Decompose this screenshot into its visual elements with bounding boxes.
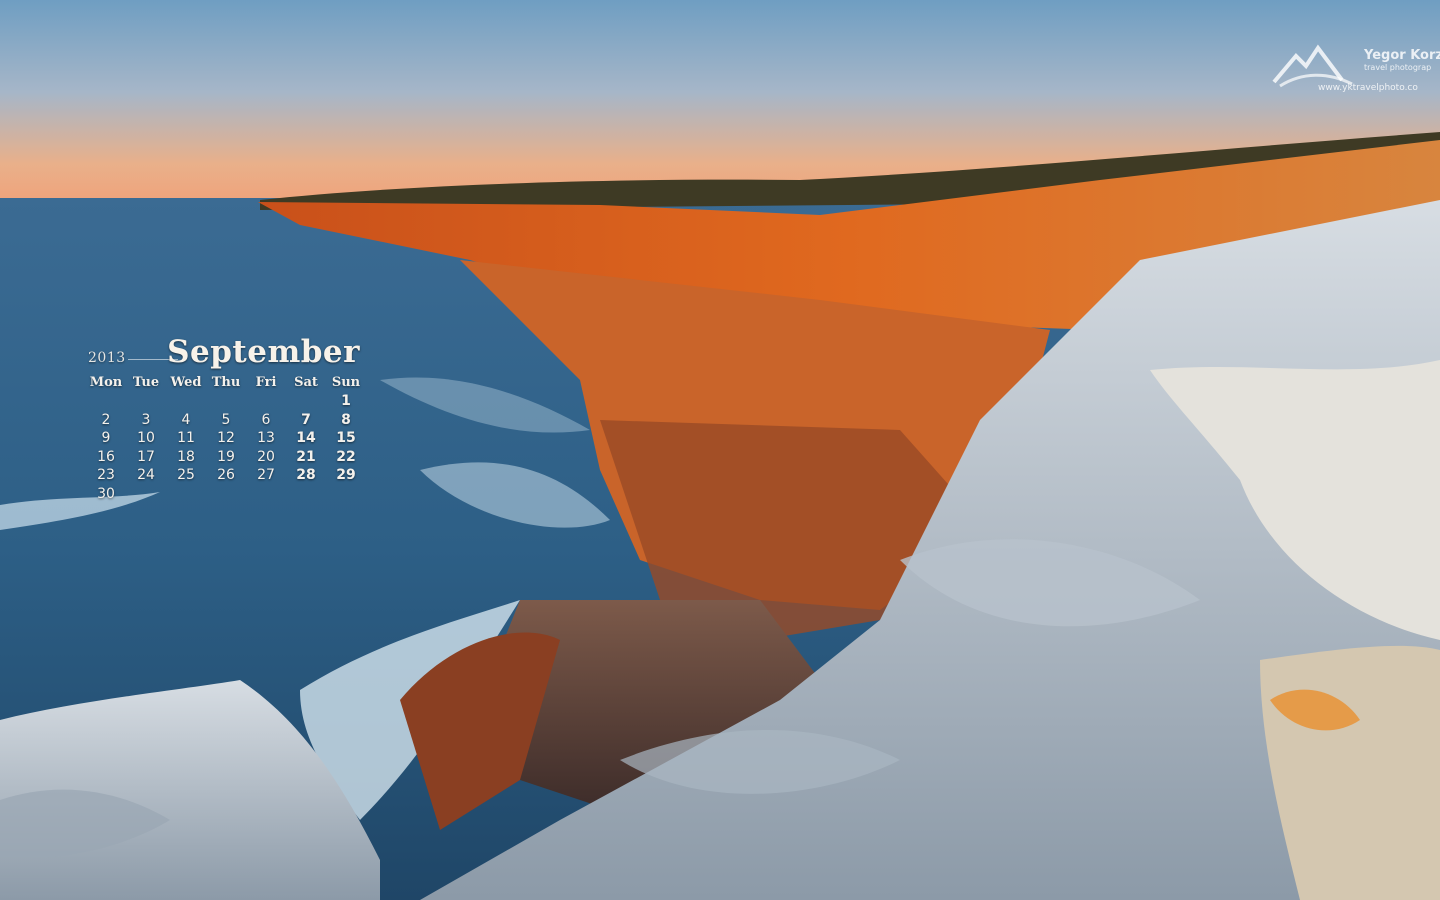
calendar-day: 10 [137, 430, 155, 446]
calendar-day: 20 [257, 448, 275, 465]
calendar-grid: Mon Tue Wed Thu Fri Sat Sun 1 2 3 4 5 6 7 8 9 10 11 12 13 14… [86, 374, 366, 503]
calendar-day: 9 [101, 430, 111, 446]
watermark-name: Yegor Korz [1364, 48, 1440, 63]
calendar-day: 30 [97, 485, 115, 502]
watermark-tagline: travel photograp [1364, 63, 1432, 72]
calendar-day: 7 [301, 411, 311, 428]
weekday-header: Mon [89, 375, 123, 390]
calendar-day: 16 [97, 448, 115, 465]
weekday-header: Fri [255, 375, 277, 390]
calendar-day: 13 [257, 430, 275, 446]
calendar-header: 2013 September [86, 330, 366, 370]
calendar-day: 18 [177, 448, 195, 465]
calendar-day: 14 [296, 430, 316, 446]
calendar-day: 27 [257, 467, 275, 483]
calendar-month: September [167, 334, 360, 370]
calendar-blank-cell [166, 393, 206, 411]
calendar-day: 23 [97, 467, 115, 483]
calendar-day: 24 [137, 467, 155, 483]
weekday-header: Tue [132, 375, 160, 390]
weekday-header: Sat [294, 375, 318, 390]
calendar-blank-cell [246, 393, 286, 411]
calendar-day: 5 [221, 411, 231, 428]
watermark-url: www.yktravelphoto.co [1318, 83, 1418, 93]
calendar-year: 2013 [88, 350, 126, 366]
weekday-header: Thu [211, 375, 241, 390]
weekday-header: Wed [170, 375, 202, 390]
calendar-day: 3 [141, 411, 151, 428]
calendar-day: 25 [177, 467, 195, 483]
calendar-day: 17 [137, 448, 155, 465]
calendar-blank-cell [206, 393, 246, 411]
calendar-day: 12 [217, 430, 235, 446]
calendar-blank-cell [286, 393, 326, 411]
calendar-day: 4 [181, 411, 191, 428]
calendar-day: 26 [217, 467, 235, 483]
photographer-watermark: Yegor Korz travel photograp www.yktravel… [1272, 40, 1440, 96]
calendar-day: 15 [336, 430, 356, 446]
calendar-day: 8 [341, 411, 351, 428]
calendar-day: 2 [101, 411, 111, 428]
calendar-day: 29 [336, 467, 356, 483]
month-calendar: 2013 September Mon Tue Wed Thu Fri Sat Sun 1 2 3 4… [86, 330, 366, 503]
calendar-day: 1 [341, 393, 351, 409]
calendar-day: 21 [296, 448, 316, 465]
calendar-day: 22 [336, 448, 356, 465]
calendar-day: 19 [217, 448, 235, 465]
calendar-blank-cell [126, 393, 166, 411]
calendar-day: 11 [177, 430, 195, 446]
weekday-header: Sun [331, 375, 361, 390]
calendar-day: 6 [261, 411, 271, 428]
calendar-blank-cell [86, 393, 126, 411]
calendar-day: 28 [296, 467, 316, 483]
